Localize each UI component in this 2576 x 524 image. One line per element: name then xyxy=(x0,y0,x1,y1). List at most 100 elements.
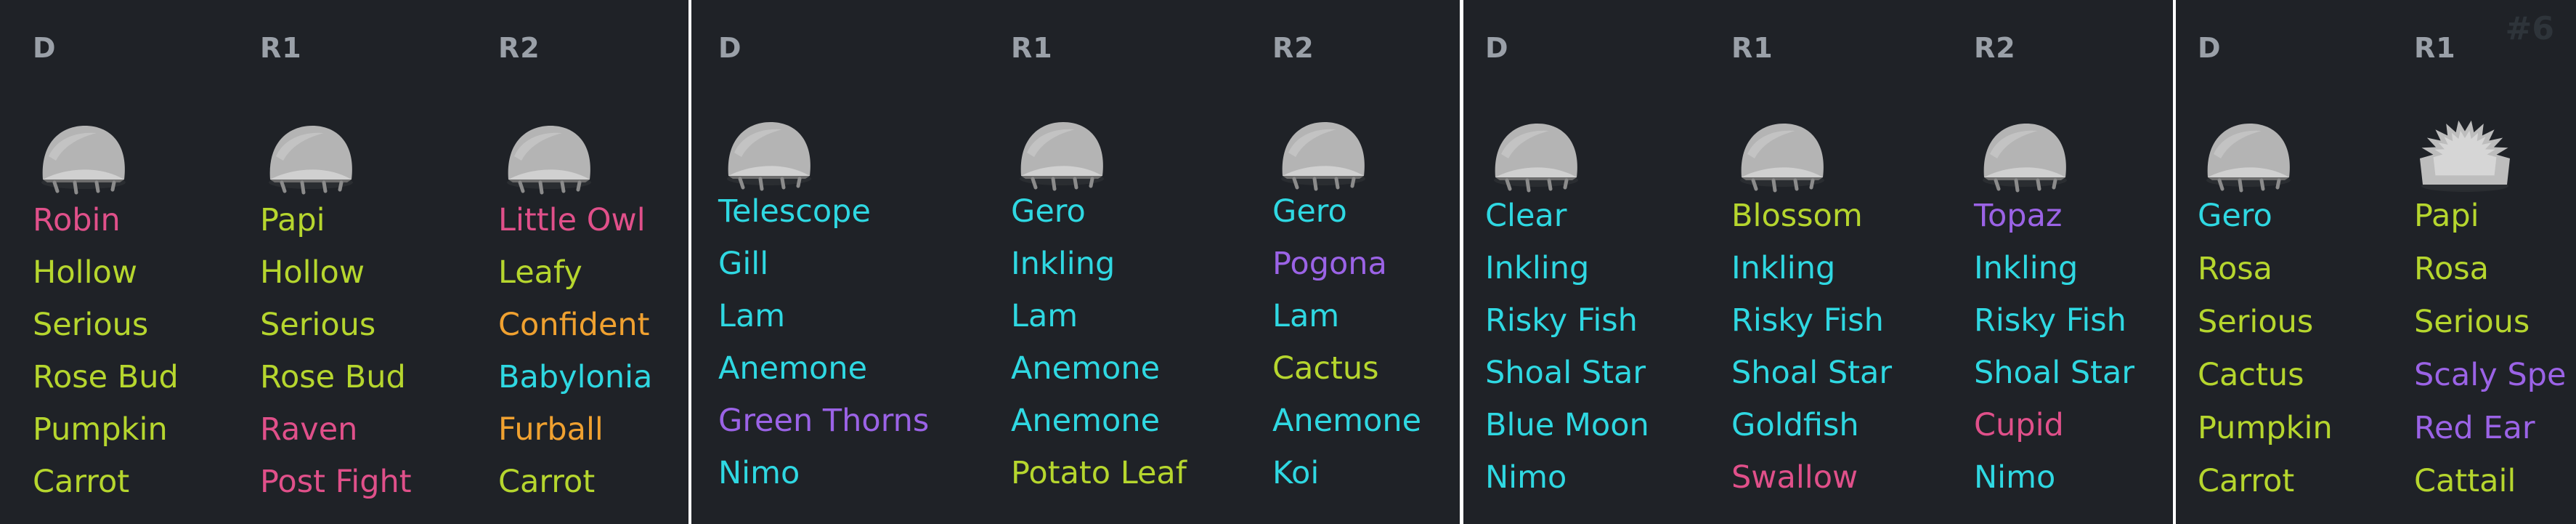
trait-label: Cactus xyxy=(1272,350,1379,387)
trait-label: Inkling xyxy=(1011,246,1116,282)
smooth-shell-icon xyxy=(2198,110,2299,194)
trait-label: Telescope xyxy=(718,193,871,230)
column-header: R2 xyxy=(1272,32,1315,64)
trait-label: Nimo xyxy=(718,455,800,491)
column-r1: R1 Gero Inkling Lam Anemone Anemone Potato Lea… xyxy=(1011,0,1272,524)
column-header: R1 xyxy=(1731,32,1773,64)
trait-panel-4: D Gero Rosa Serious Cactus Pumpkin Carrot R1 Pap… xyxy=(2176,0,2576,524)
trait-label: Serious xyxy=(33,307,149,343)
trait-label: Inkling xyxy=(1731,250,1836,286)
column-r1: R1 Blossom Inkling Risky Fish Shoal Star Gold… xyxy=(1731,0,1993,524)
trait-label: Risky Fish xyxy=(1485,302,1638,339)
trait-panel-2: D Telescope Gill Lam Anemone Green Thorns Nimo… xyxy=(691,0,1460,524)
trait-label: Raven xyxy=(260,411,358,448)
column-header: D xyxy=(718,32,742,64)
trait-label: Robin xyxy=(33,202,121,238)
trait-label: Serious xyxy=(260,307,376,343)
trait-panel-1: D Robin Hollow Serious Rose Bud Pumpkin Carrot… xyxy=(0,0,688,524)
column-d: D Robin Hollow Serious Rose Bud Pumpkin Carrot xyxy=(33,0,294,524)
trait-panel-3: D Clear Inkling Risky Fish Shoal Star Blue Mo… xyxy=(1463,0,2173,524)
column-r2: R2 Topaz Inkling Risky Fish Shoal Star Cupid N… xyxy=(1974,0,2173,524)
smooth-shell-icon xyxy=(1974,110,2076,194)
trait-label: Serious xyxy=(2198,304,2314,340)
trait-label: Koi xyxy=(1272,455,1320,491)
smooth-shell-icon xyxy=(718,109,820,193)
trait-label: Pumpkin xyxy=(2198,410,2333,446)
trait-label: Pogona xyxy=(1272,246,1387,282)
trait-label: Carrot xyxy=(2198,463,2295,499)
trait-label: Serious xyxy=(2414,304,2530,340)
trait-label: Confident xyxy=(498,307,650,343)
column-header: R1 xyxy=(260,32,302,64)
smooth-shell-icon xyxy=(1731,110,1833,194)
column-header: D xyxy=(33,32,57,64)
trait-label: Carrot xyxy=(33,464,130,500)
column-r2: R2 Gero Pogona Lam Cactus Anemone Koi xyxy=(1272,0,1460,524)
smooth-shell-icon xyxy=(260,113,362,196)
smooth-shell-icon xyxy=(1272,109,1374,193)
smooth-shell-icon xyxy=(1485,110,1587,194)
trait-label: Gero xyxy=(1272,193,1347,230)
trait-label: Blossom xyxy=(1731,198,1863,234)
trait-label: Clear xyxy=(1485,198,1567,234)
trait-label: Furball xyxy=(498,411,604,448)
trait-label: Post Fight xyxy=(260,464,412,500)
trait-label: Shoal Star xyxy=(1485,355,1646,391)
trait-label: Rosa xyxy=(2414,251,2490,287)
trait-label: Pumpkin xyxy=(33,411,168,448)
trait-label: Lam xyxy=(1011,298,1078,334)
trait-label: Risky Fish xyxy=(1974,302,2126,339)
trait-label: Blue Moon xyxy=(1485,407,1649,443)
trait-label: Cattail xyxy=(2414,463,2516,499)
trait-label: Scaly Spe xyxy=(2414,357,2567,393)
trait-label: Rose Bud xyxy=(260,359,406,395)
column-r1: R1 Papi Rosa Serious Scaly Spe Red Ear Cattail xyxy=(2414,0,2576,524)
trait-label: Anemone xyxy=(718,350,868,387)
trait-label: Little Owl xyxy=(498,202,646,238)
trait-label: Potato Leaf xyxy=(1011,455,1187,491)
trait-label: Anemone xyxy=(1011,403,1161,439)
column-header: D xyxy=(1485,32,1509,64)
trait-label: Babylonia xyxy=(498,359,653,395)
trait-label: Red Ear xyxy=(2414,410,2535,446)
trait-label: Nimo xyxy=(1974,459,2056,496)
column-header: R1 xyxy=(2414,32,2456,64)
smooth-shell-icon xyxy=(33,113,134,196)
trait-label: Lam xyxy=(718,298,786,334)
trait-label: Rose Bud xyxy=(33,359,179,395)
trait-label: Leafy xyxy=(498,254,582,291)
trait-label: Gero xyxy=(1011,193,1086,230)
trait-label: Cactus xyxy=(2198,357,2304,393)
trait-label: Green Thorns xyxy=(718,403,930,439)
column-header: R2 xyxy=(498,32,540,64)
smooth-shell-icon xyxy=(1011,109,1113,193)
trait-label: Shoal Star xyxy=(1974,355,2135,391)
trait-label: Risky Fish xyxy=(1731,302,1884,339)
trait-label: Gill xyxy=(718,246,769,282)
trait-label: Lam xyxy=(1272,298,1340,334)
trait-label: Rosa xyxy=(2198,251,2273,287)
trait-label: Anemone xyxy=(1011,350,1161,387)
column-r1: R1 Papi Hollow Serious Rose Bud Raven Post Fig… xyxy=(260,0,521,524)
trait-label: Swallow xyxy=(1731,459,1858,496)
smooth-shell-icon xyxy=(498,113,600,196)
trait-label: Cupid xyxy=(1974,407,2064,443)
trait-label: Anemone xyxy=(1272,403,1422,439)
spiky-shell-icon xyxy=(2414,110,2516,194)
trait-label: Carrot xyxy=(498,464,596,500)
trait-label: Goldfish xyxy=(1731,407,1859,443)
watermark-label: #6 xyxy=(2505,10,2554,47)
trait-label: Hollow xyxy=(33,254,138,291)
trait-label: Nimo xyxy=(1485,459,1567,496)
column-header: R2 xyxy=(1974,32,2016,64)
trait-label: Papi xyxy=(2414,198,2479,234)
column-r2: R2 Little Owl Leafy Confident Babylonia Furba… xyxy=(498,0,688,524)
trait-label: Papi xyxy=(260,202,325,238)
trait-label: Topaz xyxy=(1974,198,2063,234)
trait-label: Inkling xyxy=(1485,250,1590,286)
trait-label: Inkling xyxy=(1974,250,2079,286)
column-header: D xyxy=(2198,32,2222,64)
column-d: D Clear Inkling Risky Fish Shoal Star Blue Mo… xyxy=(1485,0,1747,524)
trait-label: Gero xyxy=(2198,198,2272,234)
trait-label: Hollow xyxy=(260,254,365,291)
